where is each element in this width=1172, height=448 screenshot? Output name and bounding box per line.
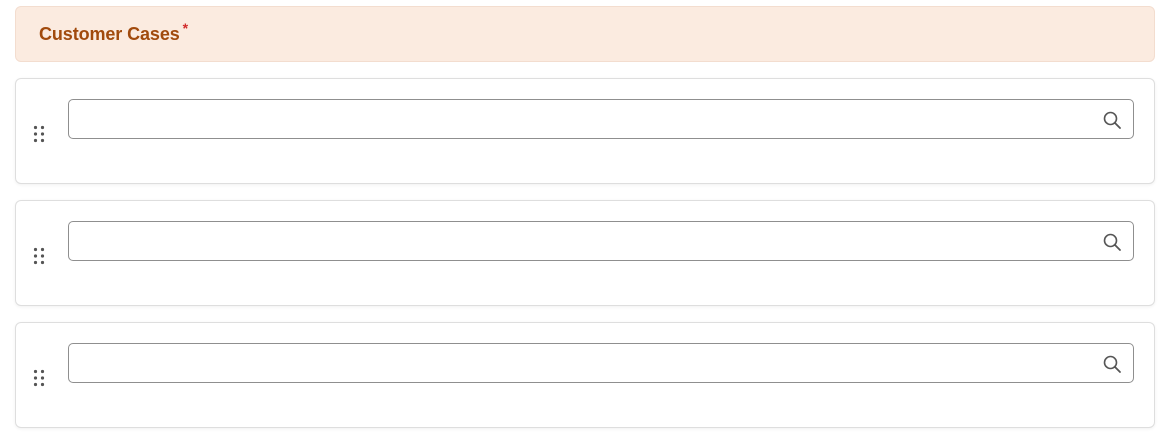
required-indicator: * — [182, 20, 189, 36]
search-icon[interactable] — [1102, 110, 1122, 130]
search-icon[interactable] — [1102, 354, 1122, 374]
section-title: Customer Cases — [39, 23, 180, 44]
case-search-input[interactable] — [69, 222, 1133, 260]
case-row — [15, 200, 1155, 306]
drag-handle-icon[interactable] — [33, 125, 45, 143]
case-search-field — [68, 221, 1134, 261]
search-icon[interactable] — [1102, 232, 1122, 252]
case-search-field — [68, 99, 1134, 139]
case-row — [15, 322, 1155, 428]
case-search-field — [68, 343, 1134, 383]
drag-handle-icon[interactable] — [33, 369, 45, 387]
customer-cases-section: Customer Cases * — [0, 0, 1172, 448]
section-header: Customer Cases * — [15, 6, 1155, 62]
drag-handle-icon[interactable] — [33, 247, 45, 265]
case-search-input[interactable] — [69, 344, 1133, 382]
case-search-input[interactable] — [69, 100, 1133, 138]
case-row — [15, 78, 1155, 184]
